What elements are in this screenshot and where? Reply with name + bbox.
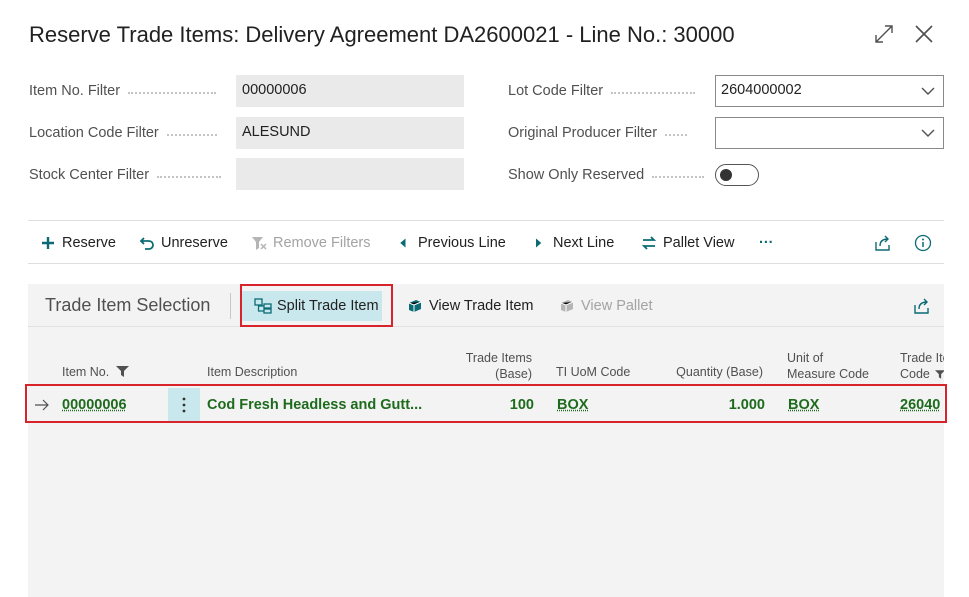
lot-code-filter-label-text: Lot Code Filter	[508, 83, 604, 99]
lot-code-filter-label: Lot Code Filter	[508, 83, 696, 99]
original-producer-filter-select[interactable]	[715, 117, 944, 149]
expand-icon[interactable]	[872, 22, 896, 46]
pallet-icon	[560, 300, 574, 312]
chevron-down-icon	[921, 87, 935, 95]
column-header-quantity-base[interactable]: Quantity (Base)	[648, 364, 763, 380]
part-share-button[interactable]	[913, 291, 937, 321]
next-line-label: Next Line	[553, 235, 615, 251]
column-header-line: Trade Ite	[900, 351, 944, 365]
triangle-left-icon	[400, 238, 406, 248]
arrow-right-icon	[35, 399, 49, 411]
view-trade-item-label: View Trade Item	[429, 298, 534, 314]
column-header-item-no[interactable]: Item No.	[62, 364, 129, 380]
more-actions-button[interactable]: ···	[759, 221, 774, 265]
original-producer-filter-label: Original Producer Filter	[508, 125, 688, 141]
remove-filters-button[interactable]: Remove Filters	[251, 221, 371, 265]
info-icon	[914, 234, 932, 252]
cell-item-description: Cod Fresh Headless and Gutt...	[207, 397, 423, 413]
remove-filters-label: Remove Filters	[273, 235, 371, 251]
unreserve-button[interactable]: Unreserve	[139, 221, 228, 265]
lot-code-filter-value: 2604000002	[721, 82, 802, 98]
column-header-ti-uom-code[interactable]: TI UoM Code	[556, 364, 630, 380]
split-trade-item-label: Split Trade Item	[277, 298, 379, 314]
location-code-filter-label: Location Code Filter	[29, 125, 217, 141]
triangle-right-icon	[536, 238, 542, 248]
view-pallet-label: View Pallet	[581, 298, 653, 314]
share-button[interactable]	[874, 221, 898, 265]
split-icon	[254, 298, 272, 314]
chevron-down-icon	[921, 129, 935, 137]
reserve-button[interactable]: Reserve	[40, 221, 116, 265]
field-dots	[665, 134, 688, 136]
view-trade-item-button[interactable]: View Trade Item	[407, 291, 534, 321]
split-trade-item-button[interactable]: Split Trade Item	[242, 291, 382, 321]
dialog-title: Reserve Trade Items: Delivery Agreement …	[29, 22, 735, 47]
column-header-line: Code	[900, 367, 930, 381]
show-only-reserved-label-text: Show Only Reserved	[508, 167, 645, 183]
action-bar: Reserve Unreserve Remove Filters Previou…	[28, 220, 944, 264]
cell-quantity-base: 1.000	[728, 397, 765, 413]
column-header-line: Unit of	[787, 351, 824, 365]
column-header-trade-items-base[interactable]: Trade Items (Base)	[448, 350, 532, 382]
toggle-knob	[720, 169, 732, 181]
previous-line-button[interactable]: Previous Line	[398, 221, 506, 265]
column-header-item-description[interactable]: Item Description	[207, 364, 297, 380]
cell-trade-items-base: 100	[509, 397, 534, 413]
show-only-reserved-label: Show Only Reserved	[508, 167, 705, 183]
stock-center-filter-label-text: Stock Center Filter	[29, 167, 150, 183]
field-dots	[166, 134, 217, 136]
cell-item-no[interactable]: 00000006	[62, 397, 127, 413]
stock-center-filter-field[interactable]	[236, 158, 464, 190]
info-button[interactable]	[914, 221, 938, 265]
column-header-line: Measure Code	[787, 367, 869, 381]
vertical-ellipsis-icon	[182, 397, 186, 413]
filter-icon	[935, 370, 944, 379]
remove-filter-icon	[252, 237, 267, 250]
share-icon	[875, 235, 890, 251]
original-producer-filter-label-text: Original Producer Filter	[508, 125, 658, 141]
field-dots	[128, 92, 217, 94]
pallet-view-button[interactable]: Pallet View	[641, 221, 734, 265]
cell-ti-uom-code[interactable]: BOX	[557, 397, 588, 413]
column-header-line: Trade Items	[465, 351, 532, 365]
column-header-line: (Base)	[495, 367, 532, 381]
pallet-view-label: Pallet View	[663, 235, 735, 251]
view-pallet-button[interactable]: View Pallet	[559, 291, 652, 321]
column-header-unit-of-measure-code[interactable]: Unit of Measure Code	[787, 350, 869, 382]
cell-trade-item-code[interactable]: 26040	[900, 397, 944, 413]
box-icon	[408, 300, 422, 312]
switch-arrows-icon	[641, 236, 657, 250]
reserve-trade-items-dialog: Reserve Trade Items: Delivery Agreement …	[0, 0, 969, 597]
cell-unit-of-measure-code[interactable]: BOX	[788, 397, 819, 413]
part-separator	[230, 293, 231, 319]
location-code-filter-label-text: Location Code Filter	[29, 125, 159, 141]
filter-icon	[115, 366, 129, 377]
field-dots	[611, 92, 696, 94]
part-header: Trade Item Selection Split Trade Item Vi…	[28, 284, 944, 327]
show-only-reserved-toggle[interactable]	[715, 164, 759, 186]
unreserve-label: Unreserve	[161, 235, 228, 251]
undo-icon	[139, 237, 154, 250]
trade-item-selection-part: Trade Item Selection Split Trade Item Vi…	[25, 284, 947, 597]
column-header-trade-item-code[interactable]: Trade Ite Code	[900, 350, 944, 382]
location-code-filter-field[interactable]: ALESUND	[236, 117, 464, 149]
part-title: Trade Item Selection	[45, 295, 211, 315]
next-line-button[interactable]: Next Line	[533, 221, 614, 265]
stock-center-filter-label: Stock Center Filter	[29, 167, 222, 183]
plus-icon	[42, 237, 54, 249]
previous-line-label: Previous Line	[418, 235, 506, 251]
item-no-filter-label-text: Item No. Filter	[29, 83, 121, 99]
item-no-filter-field[interactable]: 00000006	[236, 75, 464, 107]
table-row[interactable]: 00000006 Cod Fresh Headless and Gutt... …	[28, 388, 944, 422]
lot-code-filter-select[interactable]: 2604000002	[715, 75, 944, 107]
close-icon[interactable]	[912, 22, 936, 46]
item-no-filter-label: Item No. Filter	[29, 83, 217, 99]
column-header-item-no-text: Item No.	[62, 365, 110, 379]
reserve-label: Reserve	[62, 235, 116, 251]
share-icon	[914, 298, 929, 314]
field-dots	[652, 176, 705, 178]
row-actions-menu[interactable]	[168, 388, 200, 422]
field-dots	[157, 176, 222, 178]
